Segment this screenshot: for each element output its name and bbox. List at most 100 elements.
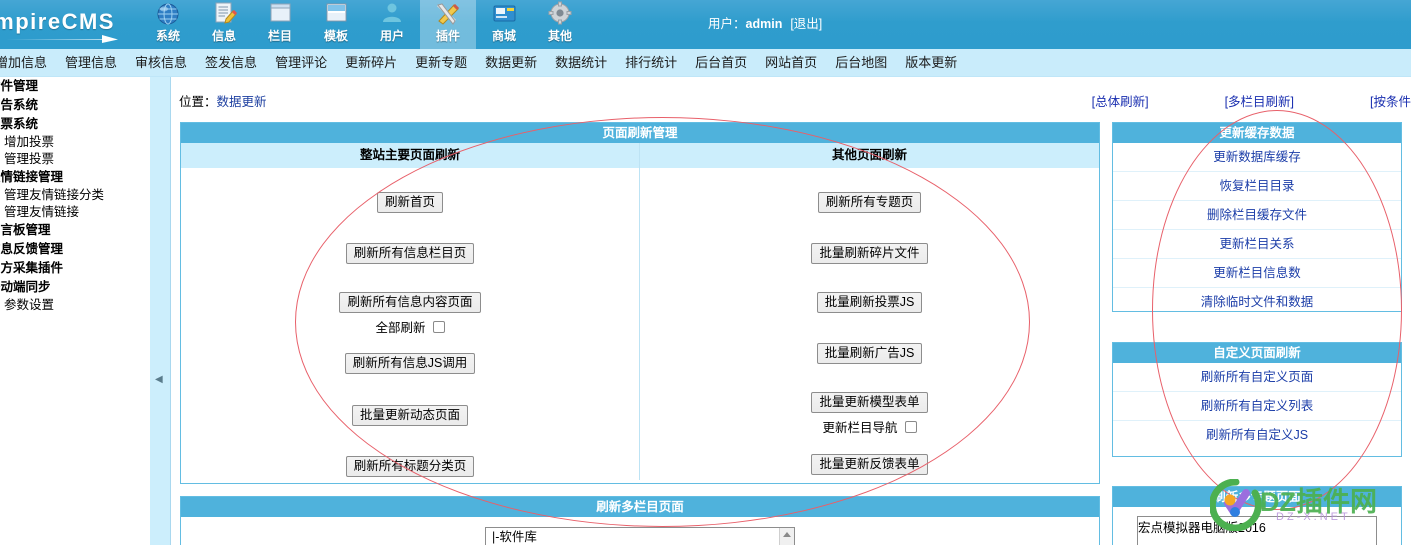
tab-publish-info[interactable]: 签发信息 <box>196 49 266 76</box>
top-nav: 系统 信息 栏目 模板 用户 插件 商城 其他 <box>140 0 588 49</box>
collapse-left-icon[interactable]: ◀ <box>155 373 165 387</box>
sidebar-collapse-strip[interactable]: ◀ <box>150 77 170 545</box>
sidebar-group-feedback[interactable]: 信息反馈管理 <box>0 240 150 259</box>
card-icon <box>489 1 519 29</box>
globe-icon <box>153 1 183 29</box>
nav-item-system[interactable]: 系统 <box>140 0 196 49</box>
batch-update-dynamic-pages-button[interactable]: 批量更新动态页面 <box>351 405 468 426</box>
column-title: 其他页面刷新 <box>640 143 1099 168</box>
refresh-all-custom-lists-link[interactable]: 刷新所有自定义列表 <box>1113 392 1401 421</box>
right-button-list: 刷新所有专题页 批量刷新碎片文件 批量刷新投票JS 批量刷新广告JS 批量更新模… <box>640 168 1099 475</box>
batch-refresh-fragment-files-button[interactable]: 批量刷新碎片文件 <box>811 243 928 264</box>
tab-admin-map[interactable]: 后台地图 <box>826 49 896 76</box>
sidebar-group-collect-plugin[interactable]: 官方采集插件 <box>0 259 150 278</box>
tab-bar: 增加信息 管理信息 审核信息 签发信息 管理评论 更新碎片 更新专题 数据更新 … <box>0 49 1411 77</box>
sidebar-item-label: 管理友情链接分类 <box>4 188 105 202</box>
nav-item-label: 系统 <box>155 29 180 43</box>
tab-manage-comments[interactable]: 管理评论 <box>266 49 336 76</box>
app-logo[interactable]: EmpireCMS <box>0 4 143 46</box>
refresh-all-topic-pages-button[interactable]: 刷新所有专题页 <box>817 192 922 213</box>
nav-item-info[interactable]: 信息 <box>196 0 252 49</box>
template-icon <box>321 1 351 29</box>
link-conditional-refresh[interactable]: [按条件 <box>1370 91 1411 110</box>
sidebar-item-label: 管理友情链接 <box>4 205 80 219</box>
tab-data-stats[interactable]: 数据统计 <box>546 49 616 76</box>
topic-multi-select[interactable]: 宏点模拟器电脑版2016 <box>1137 516 1377 545</box>
category-multi-select[interactable]: |-软件库 <box>485 527 795 545</box>
sidebar-item-label: 管理投票 <box>4 152 55 166</box>
tab-add-info[interactable]: 增加信息 <box>0 49 56 76</box>
scroll-up-icon[interactable] <box>783 532 791 537</box>
refresh-all-custom-js-link[interactable]: 刷新所有自定义JS <box>1113 421 1401 450</box>
refresh-all-content-pages-button[interactable]: 刷新所有信息内容页面 <box>339 292 481 313</box>
batch-update-model-form-button[interactable]: 批量更新模型表单 <box>811 392 928 413</box>
sidebar-item-friendlink[interactable]: 管理友情链接 <box>0 204 150 221</box>
refresh-all-info-js-button[interactable]: 刷新所有信息JS调用 <box>344 353 476 374</box>
link-multi-col-refresh[interactable]: [多栏目刷新] <box>1225 91 1294 110</box>
multi-category-refresh-panel: 刷新多栏目页面 |-软件库 <box>180 496 1100 545</box>
tab-manage-info[interactable]: 管理信息 <box>56 49 126 76</box>
sidebar-group-ad-system[interactable]: 广告系统 <box>0 96 150 115</box>
sidebar-item-add-vote[interactable]: 增加投票 <box>0 134 150 151</box>
refresh-all-checkbox-row: 全部刷新 <box>375 317 445 336</box>
nav-item-template[interactable]: 模板 <box>308 0 364 49</box>
breadcrumb: 位置：数据更新 <box>179 91 267 110</box>
panel-body: |-软件库 <box>181 517 1099 545</box>
update-db-cache-link[interactable]: 更新数据库缓存 <box>1113 143 1401 172</box>
sidebar-group-mobile-sync[interactable]: 移动端同步 <box>0 278 150 297</box>
nav-item-other[interactable]: 其他 <box>532 0 588 49</box>
batch-update-feedback-form-button[interactable]: 批量更新反馈表单 <box>811 454 928 475</box>
nav-item-label: 栏目 <box>267 29 292 43</box>
column-other-pages-refresh: 其他页面刷新 刷新所有专题页 批量刷新碎片文件 批量刷新投票JS 批量刷新广告J… <box>640 143 1099 480</box>
batch-refresh-ad-js-button[interactable]: 批量刷新广告JS <box>816 343 923 364</box>
logo-text: EmpireCMS <box>0 9 115 34</box>
update-nav-checkbox[interactable] <box>904 420 917 433</box>
link-overall-refresh[interactable]: [总体刷新] <box>1092 91 1149 110</box>
panel-title: 页面刷新管理 <box>181 123 1099 143</box>
refresh-homepage-button[interactable]: 刷新首页 <box>376 192 443 213</box>
nav-item-category[interactable]: 栏目 <box>252 0 308 49</box>
refresh-all-title-class-pages-button[interactable]: 刷新所有标题分类页 <box>345 456 475 477</box>
sidebar-item-param-settings[interactable]: 参数设置 <box>0 297 150 314</box>
tab-review-info[interactable]: 审核信息 <box>126 49 196 76</box>
refresh-all-custom-pages-link[interactable]: 刷新所有自定义页面 <box>1113 363 1401 392</box>
sidebar-group-plugin-manage[interactable]: 插件管理 <box>0 77 150 96</box>
main-content: 位置：数据更新 [总体刷新] [多栏目刷新] [按条件 页面刷新管理 整站主要页… <box>171 77 1411 545</box>
window-icon <box>265 1 295 29</box>
panel-title: 自定义页面刷新 <box>1113 343 1401 363</box>
nav-item-user[interactable]: 用户 <box>364 0 420 49</box>
tab-update-fragment[interactable]: 更新碎片 <box>336 49 406 76</box>
nav-item-shop[interactable]: 商城 <box>476 0 532 49</box>
update-category-relation-link[interactable]: 更新栏目关系 <box>1113 230 1401 259</box>
batch-refresh-vote-js-button[interactable]: 批量刷新投票JS <box>816 292 923 313</box>
sidebar-item-manage-vote[interactable]: 管理投票 <box>0 151 150 168</box>
sidebar-group-friendlink[interactable]: 友情链接管理 <box>0 168 150 187</box>
user-info: 用户：admin [退出] <box>708 13 822 32</box>
tab-update-topic[interactable]: 更新专题 <box>406 49 476 76</box>
nav-item-label: 插件 <box>435 29 460 43</box>
tab-data-update[interactable]: 数据更新 <box>476 49 546 76</box>
delete-category-cache-link[interactable]: 删除栏目缓存文件 <box>1113 201 1401 230</box>
nav-item-plugin[interactable]: 插件 <box>420 0 476 49</box>
sidebar-group-guestbook[interactable]: 留言板管理 <box>0 221 150 240</box>
user-name: admin <box>745 17 783 31</box>
panel-body: 宏点模拟器电脑版2016 <box>1113 507 1401 545</box>
tab-admin-home[interactable]: 后台首页 <box>686 49 756 76</box>
tab-site-home[interactable]: 网站首页 <box>756 49 826 76</box>
refresh-all-checkbox[interactable] <box>432 320 445 333</box>
page-refresh-panel: 页面刷新管理 整站主要页面刷新 刷新首页 刷新所有信息栏目页 刷新所有信息内容页… <box>180 122 1100 484</box>
clear-temp-files-link[interactable]: 清除临时文件和数据 <box>1113 288 1401 317</box>
breadcrumb-value: 数据更新 <box>216 95 267 109</box>
tab-rank-stats[interactable]: 排行统计 <box>616 49 686 76</box>
logout-link[interactable]: [退出] <box>790 17 822 31</box>
update-category-count-link[interactable]: 更新栏目信息数 <box>1113 259 1401 288</box>
person-icon <box>377 1 407 29</box>
panel-title: 刷新多栏目页面 <box>181 497 1099 517</box>
nav-item-label: 模板 <box>323 29 348 43</box>
restore-category-dir-link[interactable]: 恢复栏目目录 <box>1113 172 1401 201</box>
sidebar-item-friendlink-class[interactable]: 管理友情链接分类 <box>0 187 150 204</box>
sidebar-group-vote-system[interactable]: 投票系统 <box>0 115 150 134</box>
refresh-all-category-pages-button[interactable]: 刷新所有信息栏目页 <box>345 243 475 264</box>
document-pencil-icon <box>209 1 239 29</box>
tab-version-update[interactable]: 版本更新 <box>896 49 966 76</box>
